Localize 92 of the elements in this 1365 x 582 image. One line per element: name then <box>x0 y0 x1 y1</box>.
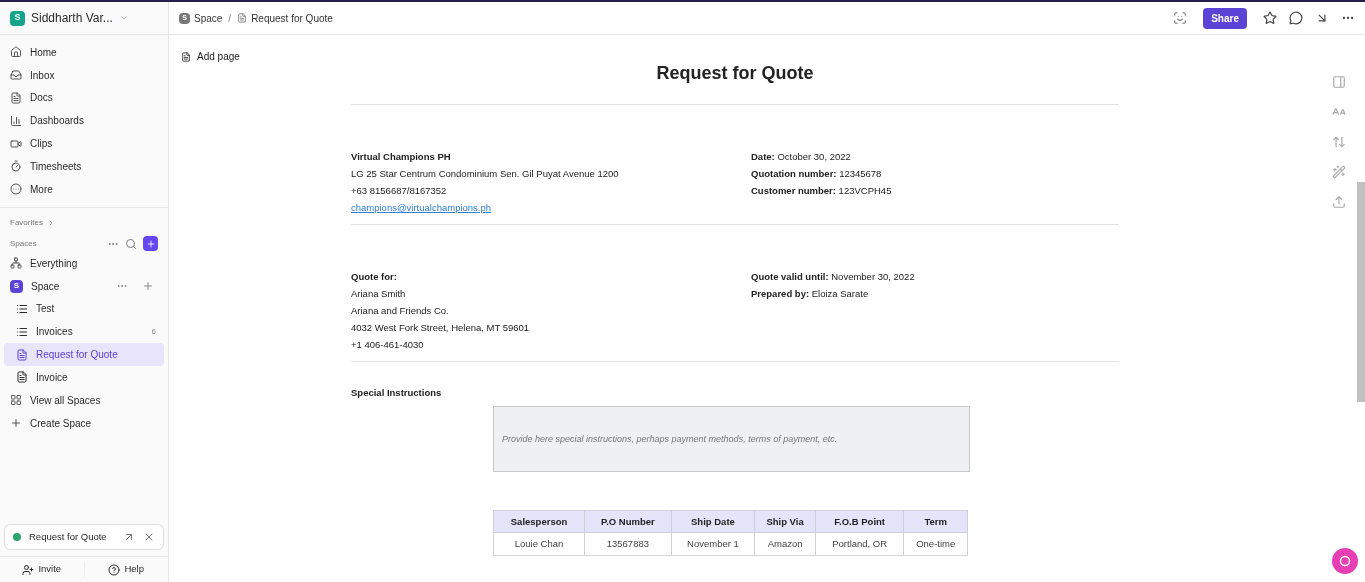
scan-icon[interactable] <box>1173 11 1188 25</box>
list-icon <box>16 302 28 315</box>
chevron-down-icon[interactable] <box>118 13 129 23</box>
network-icon <box>10 257 22 270</box>
plus-icon[interactable] <box>142 280 154 293</box>
document-icon <box>181 51 191 62</box>
grid-icon <box>10 394 22 407</box>
breadcrumb-separator: / <box>228 11 232 26</box>
nav-item[interactable]: Inbox <box>10 63 158 87</box>
section-heading: Special Instructions <box>351 386 443 400</box>
wand-icon[interactable] <box>1332 165 1346 179</box>
document-icon <box>16 348 28 361</box>
nav-item[interactable]: Home <box>10 41 158 64</box>
quote-detail: Quote valid until: November 30, 2022 <box>751 270 915 284</box>
close-icon[interactable] <box>143 531 155 543</box>
scrollbar[interactable] <box>1357 182 1365 402</box>
nav-item[interactable]: More <box>10 177 158 201</box>
plus-icon <box>145 238 156 249</box>
company-detail: +63 8156687/8167352 <box>351 184 448 198</box>
nav-item[interactable]: Timesheets <box>10 155 158 178</box>
space-name[interactable]: Space <box>31 278 108 294</box>
quote-detail: Customer number: 123VCPH45 <box>751 184 892 198</box>
more-icon <box>10 183 22 196</box>
column-header: Term <box>903 510 968 533</box>
table-cell: November 1 <box>671 532 755 556</box>
share-button[interactable]: Share <box>1203 7 1247 29</box>
timer-icon <box>10 160 22 173</box>
nav-item[interactable]: View all Spaces <box>10 388 158 412</box>
home-icon <box>10 46 22 59</box>
list-icon <box>16 325 28 338</box>
pinned-tab[interactable]: Request for Quote <box>4 524 164 550</box>
instructions-box[interactable]: Provide here special instructions, perhaps payment methods, terms of payment, etc. <box>493 406 970 473</box>
nav-item[interactable]: Everything <box>10 251 158 275</box>
column-header: F.O.B Point <box>815 510 904 533</box>
nav-item[interactable]: Clips <box>10 132 158 155</box>
quote-detail: Date: October 30, 2022 <box>751 150 852 164</box>
panel-icon[interactable] <box>1332 75 1346 89</box>
breadcrumb-link[interactable]: Space <box>194 10 223 26</box>
user-plus-icon <box>22 563 35 576</box>
star-icon[interactable] <box>1263 11 1277 25</box>
client-detail: +1 406-461-4030 <box>351 338 425 352</box>
inbox-icon <box>10 69 22 82</box>
quote-detail: Quotation number: 12345678 <box>751 167 883 181</box>
quote-for-heading: Quote for: <box>351 270 398 284</box>
workspace-name[interactable]: Siddharth Var... <box>31 9 113 27</box>
table-cell: Portland, OR <box>815 532 904 556</box>
tree-item[interactable]: Invoices 6 <box>4 320 164 344</box>
tree-item[interactable]: Test <box>4 297 164 321</box>
item-count: 6 <box>151 325 156 338</box>
upload-icon[interactable] <box>1332 195 1346 209</box>
plus-icon <box>10 417 22 430</box>
add-page-button[interactable]: Add page <box>181 49 351 64</box>
favorites-label[interactable]: Favorites <box>10 216 43 229</box>
invite-button[interactable]: Invite <box>22 562 62 577</box>
document-icon <box>10 92 22 104</box>
workspace-avatar: S <box>10 10 25 26</box>
client-detail: Ariana and Friends Co. <box>351 304 450 318</box>
assistant-button[interactable] <box>1332 548 1358 574</box>
document-title: Request for Quote <box>655 62 815 85</box>
help-icon <box>108 563 121 576</box>
breadcrumb-link[interactable]: Request for Quote <box>251 10 333 26</box>
client-detail: 4032 West Fork Street, Helena, MT 59601 <box>351 321 531 335</box>
document-icon <box>237 13 248 23</box>
table-cell: One-time <box>903 532 968 556</box>
client-detail: Ariana Smith <box>351 287 407 301</box>
help-button[interactable]: Help <box>108 562 144 577</box>
tree-item[interactable]: Request for Quote <box>4 343 164 366</box>
comment-icon[interactable] <box>1289 11 1303 25</box>
table-cell: Louie Chan <box>493 532 585 556</box>
nav-item[interactable]: Dashboards <box>10 109 158 133</box>
bar-chart-icon <box>10 114 22 127</box>
nav-item[interactable]: Create Space <box>10 411 158 435</box>
column-header: P.O Number <box>584 510 672 533</box>
company-name: Virtual Champions PH <box>351 150 452 164</box>
column-header: Ship Date <box>671 510 755 533</box>
search-icon[interactable] <box>125 237 137 250</box>
space-avatar: S <box>10 279 23 293</box>
document-icon <box>16 371 28 384</box>
quote-detail: Prepared by: Eloiza Sarate <box>751 287 870 301</box>
table-cell: 13567883 <box>584 532 672 556</box>
company-detail: LG 25 Star Centrum Condominium Sen. Gil Puyat Avenue 1200 <box>351 167 620 181</box>
email-link[interactable]: champions@virtualchampions.ph <box>351 202 492 213</box>
tree-item[interactable]: Invoice <box>4 365 164 389</box>
column-header: Ship Via <box>754 510 816 533</box>
table-cell: Amazon <box>754 532 816 556</box>
column-header: Salesperson <box>493 510 585 533</box>
add-space-button[interactable] <box>143 236 158 252</box>
video-icon <box>10 137 22 150</box>
arrow-up-right-icon[interactable] <box>123 531 135 543</box>
spaces-label: Spaces <box>10 237 38 250</box>
nav-item[interactable]: Docs <box>10 86 158 110</box>
arrows-icon[interactable] <box>1332 135 1346 149</box>
